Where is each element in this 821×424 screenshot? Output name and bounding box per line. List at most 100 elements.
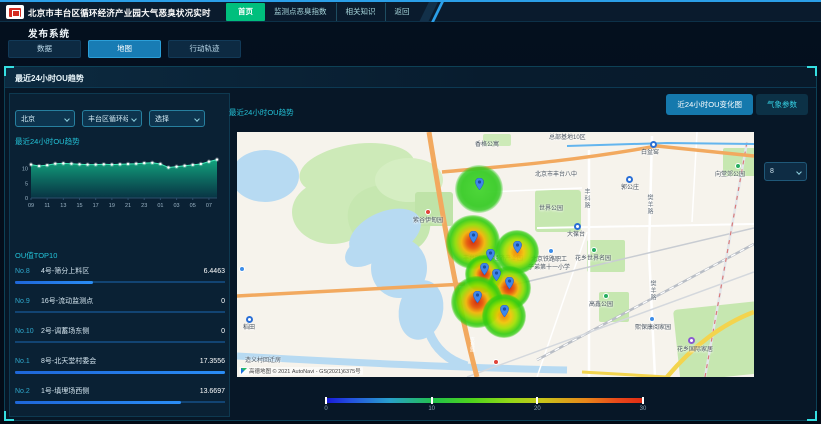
trend-chart: 0510091113151719212301030507 xyxy=(13,148,225,214)
map-pin-icon[interactable] xyxy=(480,262,489,274)
map-section-title: 最近24小时OU趋势 xyxy=(229,107,294,118)
legend-label: 10 xyxy=(428,406,435,412)
ou-list-row[interactable]: No.916号-流动监测点0 xyxy=(15,290,225,320)
rank-label: No.8 xyxy=(15,268,41,275)
map-pin-icon[interactable] xyxy=(513,240,522,252)
metro-icon xyxy=(626,176,633,183)
chevron-down-icon xyxy=(796,169,802,175)
filter-value: 选择 xyxy=(155,114,169,124)
svg-text:05: 05 xyxy=(190,203,196,209)
poi-icon xyxy=(649,316,655,322)
rank-label: No.2 xyxy=(15,388,41,395)
map-button[interactable]: 气象参数 xyxy=(756,94,808,115)
app-logo-icon xyxy=(6,5,24,19)
park-icon xyxy=(735,163,741,169)
rank-label: No.9 xyxy=(15,298,41,305)
row-bar-fill xyxy=(15,401,181,404)
metro-purple-icon xyxy=(688,337,695,344)
ou-value: 0 xyxy=(221,328,225,335)
ou-row-line: No.916号-流动监测点0 xyxy=(15,290,225,306)
station-name: 8号-北天堂村委会 xyxy=(41,356,200,366)
map-pin-icon[interactable] xyxy=(475,177,484,189)
amap-logo-icon xyxy=(241,368,247,374)
legend-tick xyxy=(325,397,327,404)
map-label: 樊羊路 xyxy=(649,280,655,301)
ou-value: 6.4463 xyxy=(204,268,225,275)
map-pin-icon[interactable] xyxy=(473,290,482,302)
filter-row: 北京 丰台区循环经济产业园 选择 xyxy=(15,110,205,127)
row-bar-track xyxy=(15,311,225,313)
chevron-down-icon xyxy=(194,116,200,122)
nav-tab[interactable]: 监测点恶臭指数 xyxy=(265,3,336,21)
filter-value: 丰台区循环经济产业园 xyxy=(88,114,128,124)
ou-top-list: No.84号-筛分上料区6.4463No.916号-流动监测点0No.102号-… xyxy=(15,260,225,410)
park-icon xyxy=(603,293,609,299)
nav-tab[interactable]: 相关知识 xyxy=(336,3,385,21)
publish-tab[interactable]: 地图 xyxy=(88,40,161,58)
svg-text:10: 10 xyxy=(22,167,28,173)
ou-value: 17.3556 xyxy=(200,358,225,365)
row-bar-track xyxy=(15,341,225,343)
map-label: 香格公寓 xyxy=(475,142,499,148)
svg-text:0: 0 xyxy=(25,196,28,202)
map-label: 郭公庄 xyxy=(621,185,639,191)
row-bar-fill xyxy=(15,281,93,284)
publish-system-label: 发布系统 xyxy=(28,26,70,40)
map-label: 大葆台 xyxy=(567,232,585,238)
map-attribution: 高德地图 © 2021 AutoNavi - GS(2021)6375号 xyxy=(239,367,363,375)
station-name: 4号-筛分上料区 xyxy=(41,266,204,276)
map-side-dropdown[interactable]: 8 xyxy=(764,162,807,181)
ou-list-row[interactable]: No.21号-填埋场西侧13.6697 xyxy=(15,380,225,410)
panel-header: 最近24小时OU趋势 xyxy=(5,67,816,88)
left-panel: 北京丰台区循环经济产业园选择 最近24小时OU趋势 05100911131517… xyxy=(9,93,230,417)
filter-dropdown[interactable]: 选择 xyxy=(149,110,205,127)
ou-color-legend: 0102030 xyxy=(326,398,643,414)
ou-list-row[interactable]: No.18号-北天堂村委会17.3556 xyxy=(15,350,225,380)
poi-icon xyxy=(239,266,245,272)
map-label: 造义村回迁房 xyxy=(245,358,281,364)
map-pin-icon[interactable] xyxy=(492,268,501,280)
map-canvas[interactable]: 高德地图 © 2021 AutoNavi - GS(2021)6375号 香格公… xyxy=(237,132,754,377)
map-label: 花乡世界名园 xyxy=(575,256,611,262)
map-button[interactable]: 近24小时OU变化图 xyxy=(666,94,753,115)
map-label: 总部基地10区 xyxy=(549,135,586,141)
rank-label: No.1 xyxy=(15,358,41,365)
svg-text:11: 11 xyxy=(44,203,50,209)
svg-text:07: 07 xyxy=(206,203,212,209)
publish-tab[interactable]: 数据 xyxy=(8,40,81,58)
svg-text:17: 17 xyxy=(93,203,99,209)
filter-value: 北京 xyxy=(21,114,35,124)
ou-list-row[interactable]: No.84号-筛分上料区6.4463 xyxy=(15,260,225,290)
map-label: 京良路 xyxy=(469,337,474,352)
svg-text:09: 09 xyxy=(28,203,34,209)
svg-text:01: 01 xyxy=(157,203,163,209)
map-label: 子弟第十一小学 xyxy=(528,265,570,271)
nav-tab[interactable]: 首页 xyxy=(226,3,265,21)
ou-value: 13.6697 xyxy=(200,388,225,395)
trend-chart-label: 最近24小时OU趋势 xyxy=(15,136,80,147)
ou-list-row[interactable]: No.102号-调蓄场东侧0 xyxy=(15,320,225,350)
station-name: 16号-流动监测点 xyxy=(41,296,221,306)
map-pin-icon[interactable] xyxy=(505,276,514,288)
map-label: 世界公园 xyxy=(539,206,563,212)
map-pin-icon[interactable] xyxy=(469,230,478,242)
app-title: 北京市丰台区循环经济产业园大气恶臭状况实时 xyxy=(28,7,211,19)
logo-mark-icon xyxy=(9,8,21,17)
map-pin-icon[interactable] xyxy=(500,304,509,316)
map-label: 稻田 xyxy=(243,325,255,331)
scenic-icon xyxy=(425,209,431,215)
nav-tab[interactable]: 返回 xyxy=(385,3,419,21)
svg-text:5: 5 xyxy=(25,181,28,187)
map-pin-icon[interactable] xyxy=(486,248,495,260)
trend-panel: 最近24小时OU趋势 北京丰台区循环经济产业园选择 最近24小时OU趋势 051… xyxy=(4,66,817,421)
filter-dropdown[interactable]: 北京 xyxy=(15,110,75,127)
station-name: 2号-调蓄场东侧 xyxy=(41,326,221,336)
map-label: 樊羊路 xyxy=(646,194,652,215)
filter-dropdown[interactable]: 丰台区循环经济产业园 xyxy=(82,110,142,127)
map-buttons: 近24小时OU变化图气象参数 xyxy=(666,94,808,115)
rank-label: No.10 xyxy=(15,328,41,335)
legend-label: 0 xyxy=(324,406,327,412)
publish-tab[interactable]: 行动轨迹 xyxy=(168,40,241,58)
map-label: 熙保康阅家园 xyxy=(635,325,671,331)
metro-icon xyxy=(246,316,253,323)
